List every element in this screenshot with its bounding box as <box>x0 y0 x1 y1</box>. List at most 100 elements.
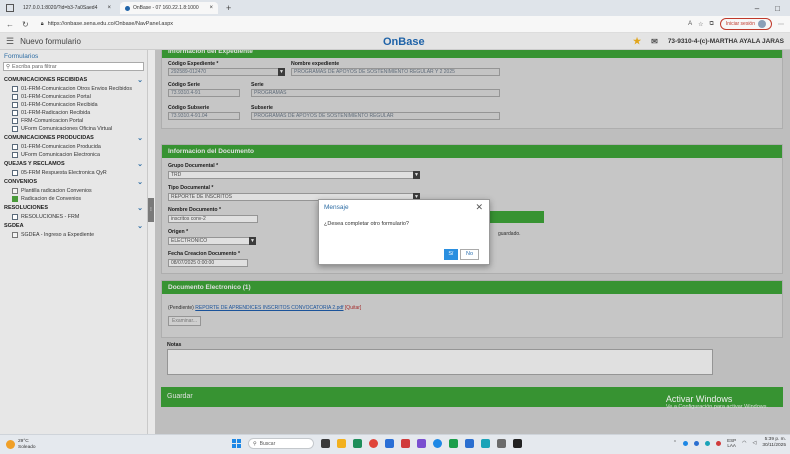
browser-tab-2[interactable]: OnBase - 07 160.22.1.8:1000 × <box>120 2 218 14</box>
grupo-documental-select[interactable]: TRD <box>168 171 414 179</box>
codigo-subserie-label: Código Subserie <box>168 105 210 111</box>
taskbar-search[interactable]: ⚲ Buscar <box>248 438 314 449</box>
app-icon-gray[interactable] <box>497 439 506 448</box>
maximize-button[interactable]: □ <box>775 4 780 13</box>
sidebar-item[interactable]: 05-FRM Respuesta Electronica QyR <box>0 169 147 177</box>
nombre-expediente-field: PROGRAMAS DE APOYOS DE SOSTENIMIENTO REG… <box>291 68 500 76</box>
tray-app-icon[interactable] <box>716 440 722 446</box>
url-field[interactable]: 🔒︎ https://onbase.sena.edu.co/Onbase/Nav… <box>37 18 680 30</box>
close-icon[interactable]: × <box>107 5 111 11</box>
chevron-down-icon[interactable]: ⌄ <box>137 76 143 84</box>
sidebar-category[interactable]: COMUNICACIONES RECIBIDAS ⌄ <box>0 75 147 85</box>
user-name[interactable]: 73-9310-4-(c)-MARTHA AYALA JARAS <box>668 38 784 45</box>
chevron-down-icon[interactable]: ⌄ <box>137 134 143 142</box>
volume-icon[interactable]: ◁ <box>752 440 756 446</box>
language-indicator[interactable]: ESP LAA <box>727 438 736 448</box>
subserie-field: PROGRAMAS DE APOYOS DE SOSTENIMIENTO REG… <box>251 112 500 120</box>
sidebar-category[interactable]: RESOLUCIONES ⌄ <box>0 203 147 213</box>
sidebar-search-input[interactable]: ⚲ Escriba para filtrar <box>3 62 144 71</box>
search-icon: ⚲ <box>6 63 11 70</box>
windows-start-icon[interactable] <box>232 439 241 448</box>
chevron-down-icon[interactable]: ⌄ <box>137 204 143 212</box>
sidebar-category[interactable]: SGDEA ⌄ <box>0 221 147 231</box>
more-menu-icon[interactable]: ⋯ <box>778 21 784 28</box>
tab-2-label: OnBase - 07 160.22.1.8:1000 <box>133 5 199 11</box>
signin-button[interactable]: Iniciar sesión <box>719 18 772 30</box>
activate-title: Activar Windows <box>665 394 733 404</box>
task-view-icon[interactable] <box>321 439 330 448</box>
quitar-link[interactable]: [Quitar] <box>345 305 361 311</box>
confirm-dialog: Mensaje ✕ ¿Desea completar otro formular… <box>318 199 490 265</box>
chevron-up-icon[interactable]: ⌃ <box>673 440 677 446</box>
browser-tab-1[interactable]: 127.0.0.1:8020/?id=b3-7a0Saed4 × <box>18 2 116 14</box>
sidebar-item[interactable]: SGDEA - Ingreso a Expediente <box>0 231 147 239</box>
back-arrow-icon[interactable]: ← <box>6 20 14 29</box>
fecha-creacion-input[interactable]: 08/07/2025 0:00:00 <box>168 259 248 267</box>
chevron-down-icon[interactable]: ▼ <box>278 68 285 76</box>
tray-app-icon[interactable] <box>683 440 689 446</box>
sidebar-item[interactable]: 01-FRM-Comunicacion Recibida <box>0 101 147 109</box>
codigo-expediente-field[interactable]: 292589-012470 <box>168 68 279 76</box>
store-icon[interactable] <box>385 439 394 448</box>
sidebar-category[interactable]: QUEJAS Y RECLAMOS ⌄ <box>0 159 147 169</box>
sidebar-item[interactable]: 01-FRM-Comunicacion Producida <box>0 143 147 151</box>
new-tab-button[interactable]: + <box>222 3 235 13</box>
weather-widget[interactable]: 29°C Soleado <box>0 439 150 451</box>
app-icon-dark[interactable] <box>513 439 522 448</box>
tipo-documental-label: Tipo Documental * <box>168 185 214 191</box>
sidebar-item[interactable]: UForm Comunicacion Electronica <box>0 151 147 159</box>
chevron-down-icon[interactable]: ▼ <box>413 171 420 179</box>
sidebar-item[interactable]: 01-FRM-Comunicacion Portal <box>0 93 147 101</box>
app-icon-red[interactable] <box>401 439 410 448</box>
sidebar-item[interactable]: 01-FRM-Comunicacion Otros Envios Recibid… <box>0 85 147 93</box>
sidebar-item[interactable]: FRM-Comunicacion Portal <box>0 117 147 125</box>
origen-select[interactable]: ELECTRONICO <box>168 237 250 245</box>
examinar-button[interactable]: Examinar... <box>168 316 201 326</box>
file-explorer-icon[interactable] <box>337 439 346 448</box>
outlook-icon[interactable] <box>481 439 490 448</box>
yes-button[interactable]: Sí <box>444 249 458 260</box>
sidebar-item[interactable]: 01-FRM-Radicacion Recibida <box>0 109 147 117</box>
sidebar-collapse-handle[interactable]: ⁞ <box>148 198 154 222</box>
browser-toolbar-right: A ☆ ⧉ Iniciar sesión ⋯ <box>688 18 784 30</box>
chevron-down-icon[interactable]: ⌄ <box>137 160 143 168</box>
notas-textarea[interactable] <box>167 349 713 375</box>
sidebar-category[interactable]: CONVENIOS ⌄ <box>0 177 147 187</box>
no-button[interactable]: No <box>460 249 479 260</box>
sidebar-item[interactable]: Plantilla radicacion Convenios <box>0 187 147 195</box>
chevron-down-icon[interactable]: ⌄ <box>137 178 143 186</box>
sidebar-item-label: FRM-Comunicacion Portal <box>21 118 84 124</box>
mail-icon[interactable]: ✉ <box>651 37 658 46</box>
excel-icon[interactable] <box>449 439 458 448</box>
tray-app-icon[interactable] <box>694 440 700 446</box>
clock[interactable]: 5:39 p. m. 30/11/2025 <box>762 437 786 449</box>
tray-app-icon[interactable] <box>705 440 711 446</box>
window-icon[interactable] <box>6 4 14 12</box>
nombre-documento-input[interactable]: inscritos conv-2 <box>168 215 258 223</box>
collections-icon[interactable]: ⧉ <box>710 21 714 28</box>
sidebar-item[interactable]: RESOLUCIONES - FRM <box>0 213 147 221</box>
favorite-star-icon[interactable]: ★ <box>633 36 641 47</box>
word-icon[interactable] <box>465 439 474 448</box>
sidebar-item[interactable]: UForm Comunicaciones Oficina Virtual <box>0 125 147 133</box>
close-icon[interactable]: × <box>209 5 213 11</box>
hamburger-menu-icon[interactable]: ☰ <box>6 36 14 47</box>
pending-file-link[interactable]: REPORTE DE APRENDICES INSCRITOS CONVOCAT… <box>195 305 343 311</box>
taskbar-search-label: Buscar <box>259 440 276 447</box>
sidebar-category[interactable]: COMUNICACIONES PRODUCIDAS ⌄ <box>0 133 147 143</box>
chevron-down-icon[interactable]: ⌄ <box>137 222 143 230</box>
close-icon[interactable]: ✕ <box>475 202 483 213</box>
favorite-star-icon[interactable]: ☆ <box>698 21 703 28</box>
chrome-icon[interactable] <box>369 439 378 448</box>
sidebar-item[interactable]: Radicacion de Convenios <box>0 195 147 203</box>
minimize-button[interactable]: – <box>755 4 759 13</box>
teams-icon[interactable] <box>417 439 426 448</box>
browser-icon[interactable] <box>433 439 442 448</box>
onbase-favicon-icon <box>125 5 130 11</box>
reload-icon[interactable]: ↻ <box>22 20 29 29</box>
read-aloud-icon[interactable]: A <box>688 21 692 27</box>
chevron-down-icon[interactable]: ▼ <box>249 237 256 245</box>
wifi-icon[interactable]: ◠ <box>742 440 746 446</box>
edge-icon[interactable] <box>353 439 362 448</box>
activate-windows-watermark: Activar Windows Ve a Configuración para … <box>666 394 768 410</box>
